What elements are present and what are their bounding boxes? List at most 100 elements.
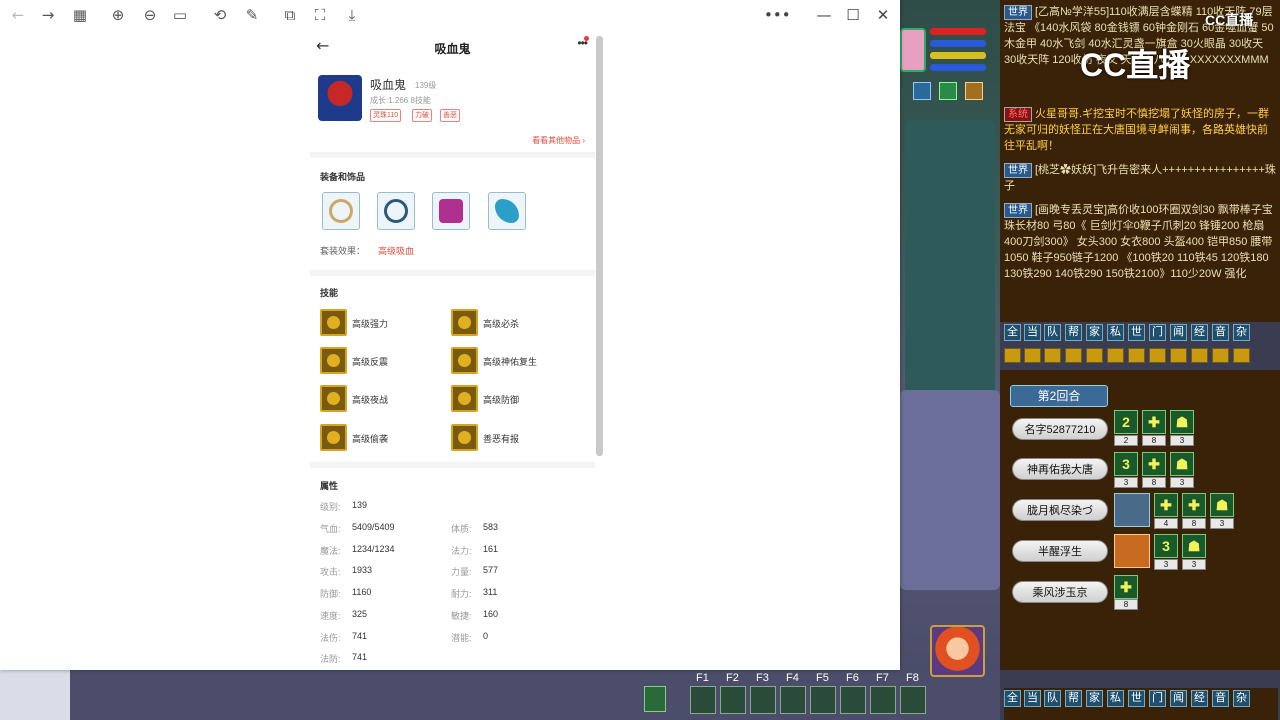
annotate-icon[interactable]: ✎ bbox=[242, 5, 262, 25]
battle-player-name[interactable]: 名字52877210 bbox=[1012, 418, 1108, 440]
battle-player-name[interactable]: 胧月枫尽染づ bbox=[1012, 499, 1108, 521]
status-icon: ☗ bbox=[1182, 534, 1206, 558]
channel-button[interactable]: 闻 bbox=[1170, 324, 1187, 341]
battle-player-name[interactable]: 神再佑我大唐 bbox=[1012, 458, 1108, 480]
channel-button[interactable]: 闻 bbox=[1170, 690, 1187, 707]
channel-button[interactable]: 经 bbox=[1191, 324, 1208, 341]
ring-icon bbox=[384, 199, 408, 223]
hud-button[interactable] bbox=[913, 82, 931, 100]
minimize-button[interactable]: — bbox=[814, 5, 834, 25]
skill-item[interactable]: 高级反震 bbox=[320, 347, 450, 374]
battle-player-name[interactable]: 乘风涉玉京 bbox=[1012, 581, 1108, 603]
back-arrow-icon[interactable]: ← bbox=[8, 5, 28, 25]
hotkey-slot[interactable] bbox=[780, 686, 806, 714]
chat-tool-button[interactable] bbox=[1149, 348, 1166, 363]
chat-tool-button[interactable] bbox=[1170, 348, 1187, 363]
set-effect-value: 高级吸血 bbox=[378, 246, 415, 256]
hotkey-slot[interactable] bbox=[720, 686, 746, 714]
chat-tool-button[interactable] bbox=[1024, 348, 1041, 363]
skill-item[interactable]: 高级防御 bbox=[451, 385, 581, 412]
channel-button[interactable]: 世 bbox=[1128, 690, 1145, 707]
hotkey-slot[interactable] bbox=[750, 686, 776, 714]
channel-button[interactable]: 家 bbox=[1086, 690, 1103, 707]
pet-portrait[interactable] bbox=[900, 28, 926, 72]
hud-button[interactable] bbox=[939, 82, 957, 100]
split-icon[interactable]: ⧉ bbox=[280, 5, 300, 25]
skill-item[interactable]: 高级强力 bbox=[320, 309, 450, 336]
grid-icon[interactable]: ▦ bbox=[70, 5, 90, 25]
skill-item[interactable]: 高级神佑复生 bbox=[451, 347, 581, 374]
channel-button[interactable]: 家 bbox=[1086, 324, 1103, 341]
hotkey-slot[interactable] bbox=[690, 686, 716, 714]
channel-button[interactable]: 门 bbox=[1149, 324, 1166, 341]
channel-button[interactable]: 私 bbox=[1107, 690, 1124, 707]
channel-button[interactable]: 私 bbox=[1107, 324, 1124, 341]
channel-button[interactable]: 当 bbox=[1024, 690, 1041, 707]
channel-button[interactable]: 全 bbox=[1004, 690, 1021, 707]
character-portrait[interactable] bbox=[930, 625, 985, 677]
attr-value: 1234/1234 bbox=[352, 544, 395, 554]
channel-button[interactable]: 世 bbox=[1128, 324, 1145, 341]
equipment-slot-collar[interactable] bbox=[322, 192, 360, 230]
fullscreen-icon[interactable]: ⛶ bbox=[310, 5, 330, 25]
chat-tool-button[interactable] bbox=[1044, 348, 1061, 363]
channel-button[interactable]: 队 bbox=[1044, 690, 1061, 707]
chat-tool-button[interactable] bbox=[1128, 348, 1145, 363]
attr-label: 级别: bbox=[320, 502, 341, 512]
rotate-icon[interactable]: ⟲ bbox=[210, 5, 230, 25]
channel-button[interactable]: 帮 bbox=[1065, 324, 1082, 341]
menu-button[interactable] bbox=[644, 686, 666, 712]
more-options-button[interactable]: ••• bbox=[764, 5, 791, 25]
chat-tool-button[interactable] bbox=[1233, 348, 1250, 363]
status-icon: 3 bbox=[1114, 452, 1138, 476]
channel-button[interactable]: 杂 bbox=[1233, 690, 1250, 707]
hotkey-slot[interactable] bbox=[810, 686, 836, 714]
status-count: 8 bbox=[1114, 599, 1138, 610]
skill-item[interactable]: 高级必杀 bbox=[451, 309, 581, 336]
download-icon[interactable]: ⤓ bbox=[342, 5, 362, 25]
channel-button[interactable]: 音 bbox=[1212, 690, 1229, 707]
battle-player-name[interactable]: 半醒浮生 bbox=[1012, 540, 1108, 562]
attributes-section-title: 属性 bbox=[320, 481, 339, 491]
channel-button[interactable]: 音 bbox=[1212, 324, 1229, 341]
hotkey-slot[interactable] bbox=[900, 686, 926, 714]
chat-tool-button[interactable] bbox=[1107, 348, 1124, 363]
channel-button[interactable]: 全 bbox=[1004, 324, 1021, 341]
chat-channel-tag: 世界 bbox=[1004, 5, 1032, 20]
channel-button[interactable]: 队 bbox=[1044, 324, 1061, 341]
equipment-slot-armor[interactable] bbox=[432, 192, 470, 230]
attr-label: 耐力: bbox=[451, 589, 472, 599]
skill-item[interactable]: 高级夜战 bbox=[320, 385, 450, 412]
see-other-items-link[interactable]: 看看其他物品 › bbox=[532, 135, 585, 146]
zoom-in-icon[interactable]: ⊕ bbox=[108, 5, 128, 25]
chat-tool-button[interactable] bbox=[1004, 348, 1021, 363]
hotkey-slot[interactable] bbox=[840, 686, 866, 714]
scrollbar[interactable] bbox=[596, 36, 603, 456]
channel-button[interactable]: 经 bbox=[1191, 690, 1208, 707]
pet-tag: 善恶 bbox=[440, 109, 460, 122]
maximize-button[interactable]: ☐ bbox=[843, 5, 863, 25]
chat-tool-button[interactable] bbox=[1065, 348, 1082, 363]
channel-button[interactable]: 帮 bbox=[1065, 690, 1082, 707]
skill-item[interactable]: 高级偷袭 bbox=[320, 424, 450, 451]
close-button[interactable]: ✕ bbox=[873, 5, 893, 25]
fit-page-icon[interactable]: ▭ bbox=[170, 5, 190, 25]
channel-button[interactable]: 当 bbox=[1024, 324, 1041, 341]
skill-icon bbox=[320, 424, 347, 451]
cc-live-watermark: CC直播 bbox=[1205, 12, 1254, 28]
hotkey-slot[interactable] bbox=[870, 686, 896, 714]
forward-arrow-icon[interactable]: → bbox=[38, 5, 58, 25]
equipment-slot-ring[interactable] bbox=[377, 192, 415, 230]
status-icon: ✚ bbox=[1142, 452, 1166, 476]
chat-tool-button[interactable] bbox=[1212, 348, 1229, 363]
channel-button[interactable]: 杂 bbox=[1233, 324, 1250, 341]
equipment-slot-accessory[interactable] bbox=[488, 192, 526, 230]
attr-label: 法防: bbox=[320, 654, 341, 664]
chat-tool-button[interactable] bbox=[1086, 348, 1103, 363]
hotkey-label: F2 bbox=[726, 672, 739, 684]
channel-button[interactable]: 门 bbox=[1149, 690, 1166, 707]
skill-item[interactable]: 善恶有报 bbox=[451, 424, 581, 451]
zoom-out-icon[interactable]: ⊖ bbox=[140, 5, 160, 25]
hud-button[interactable] bbox=[965, 82, 983, 100]
chat-tool-button[interactable] bbox=[1191, 348, 1208, 363]
